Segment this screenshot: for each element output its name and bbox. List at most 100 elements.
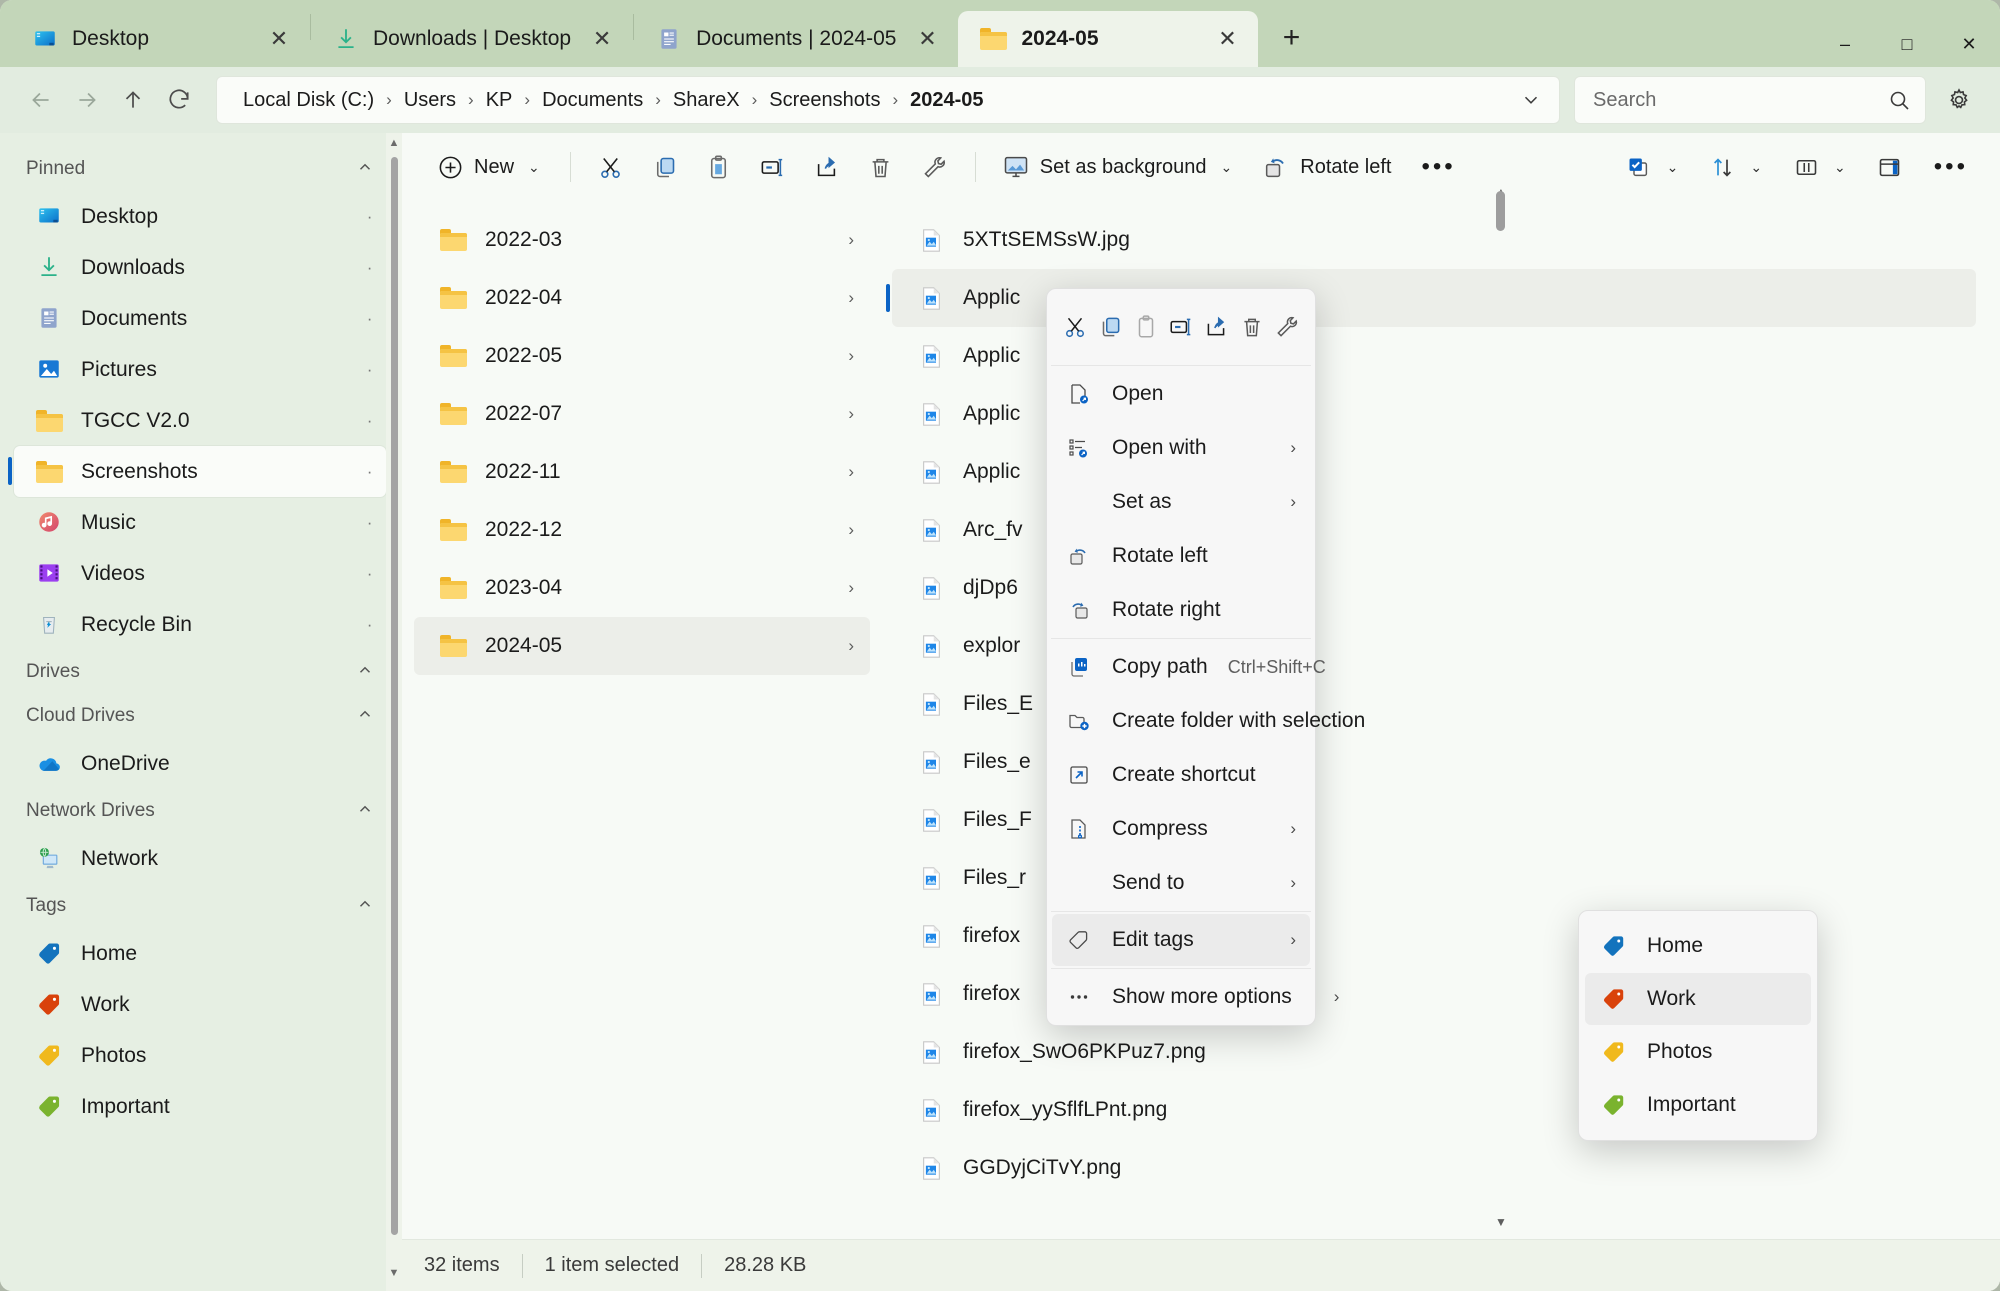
chevron-up-icon[interactable]	[356, 705, 374, 727]
tab-documents-2024-05[interactable]: Documents | 2024-05 ✕	[634, 11, 958, 67]
chevron-right-icon[interactable]: ›	[848, 288, 854, 308]
context-menu-item-copy-path[interactable]: Copy path Ctrl+Shift+C	[1052, 641, 1326, 693]
sidebar-item-downloads[interactable]: Downloads ·	[14, 242, 386, 293]
chevron-down-icon[interactable]	[1511, 89, 1551, 111]
chevron-up-icon[interactable]	[356, 895, 374, 917]
sort-button[interactable]: ⌄	[1696, 143, 1778, 191]
chevron-down-icon[interactable]: ⌄	[1830, 159, 1850, 176]
sidebar-item-photos[interactable]: Photos	[14, 1030, 386, 1081]
folder-tree-row[interactable]: 2022-03 ›	[414, 211, 870, 269]
back-arrow-icon[interactable]	[18, 77, 64, 123]
chevron-right-icon[interactable]: ›	[848, 346, 854, 366]
sidebar-item-important[interactable]: Important	[14, 1081, 386, 1132]
maximize-button[interactable]: □	[1876, 21, 1938, 67]
breadcrumb-item[interactable]: Documents	[534, 85, 651, 116]
close-icon[interactable]: ✕	[585, 22, 619, 56]
context-menu-item-show-more-options[interactable]: Show more options ›	[1052, 971, 1339, 1023]
chevron-down-icon[interactable]: ⌄	[1663, 159, 1683, 176]
address-bar[interactable]: Local Disk (C:) › Users › KP › Documents › Share…	[216, 76, 1560, 124]
search-icon[interactable]	[1887, 88, 1911, 112]
copy-icon[interactable]	[1092, 305, 1127, 349]
sidebar-item-tgcc-v2-0[interactable]: TGCC V2.0 ·	[14, 395, 386, 446]
pin-icon[interactable]: ·	[367, 513, 372, 533]
close-icon[interactable]: ✕	[910, 22, 944, 56]
forward-arrow-icon[interactable]	[64, 77, 110, 123]
file-list-scrollbar[interactable]: ▲ ▼	[1492, 185, 1510, 1235]
share-button[interactable]	[801, 143, 853, 191]
sidebar-item-music[interactable]: Music ·	[14, 497, 386, 548]
tab-downloads-desktop[interactable]: Downloads | Desktop ✕	[311, 11, 633, 67]
details-pane-button[interactable]	[1864, 143, 1916, 191]
select-button[interactable]: ⌄	[1613, 143, 1695, 191]
paste-icon[interactable]	[1128, 305, 1163, 349]
chevron-down-icon[interactable]: ⌄	[1217, 159, 1237, 176]
context-menu-item-create-shortcut[interactable]: Create shortcut	[1052, 749, 1310, 801]
tag-option-home[interactable]: Home	[1585, 920, 1811, 972]
folder-tree-row[interactable]: 2022-04 ›	[414, 269, 870, 327]
chevron-up-icon[interactable]	[356, 800, 374, 822]
new-button[interactable]: New ⌄	[424, 143, 556, 191]
sidebar-group-drives[interactable]: Drives	[0, 650, 400, 694]
minimize-button[interactable]: –	[1814, 21, 1876, 67]
breadcrumb-item[interactable]: Users	[396, 85, 464, 116]
pin-icon[interactable]: ·	[367, 462, 372, 482]
sidebar-item-pictures[interactable]: Pictures ·	[14, 344, 386, 395]
breadcrumb-item[interactable]: Screenshots	[761, 85, 888, 116]
chevron-right-icon[interactable]: ›	[848, 636, 854, 656]
sidebar-item-onedrive[interactable]: OneDrive	[14, 738, 386, 789]
cut-button[interactable]	[585, 143, 637, 191]
pin-icon[interactable]: ·	[367, 207, 372, 227]
pin-icon[interactable]: ·	[367, 411, 372, 431]
folder-tree-row[interactable]: 2022-05 ›	[414, 327, 870, 385]
file-list-row[interactable]: GGDyjCiTvY.png	[892, 1139, 1976, 1197]
gear-icon[interactable]	[1936, 77, 1982, 123]
breadcrumb-item[interactable]: 2024-05	[902, 85, 991, 116]
properties-button[interactable]	[909, 143, 961, 191]
copy-button[interactable]	[639, 143, 691, 191]
context-menu-item-edit-tags[interactable]: Edit tags ›	[1052, 914, 1310, 966]
pin-icon[interactable]: ·	[367, 360, 372, 380]
sidebar-group-cloud-drives[interactable]: Cloud Drives	[0, 694, 400, 738]
more-button[interactable]: •••	[1918, 143, 1984, 191]
context-menu-item-set-as[interactable]: Set as ›	[1052, 476, 1310, 528]
chevron-up-icon[interactable]	[356, 661, 374, 683]
up-arrow-icon[interactable]	[110, 77, 156, 123]
folder-tree-row[interactable]: 2022-07 ›	[414, 385, 870, 443]
context-menu-item-rotate-left[interactable]: Rotate left	[1052, 530, 1310, 582]
folder-tree-row[interactable]: 2022-11 ›	[414, 443, 870, 501]
tag-option-photos[interactable]: Photos	[1585, 1026, 1811, 1078]
scroll-down-arrow-icon[interactable]: ▼	[1492, 1215, 1510, 1235]
rename-button[interactable]	[747, 143, 799, 191]
set-as-background-button[interactable]: Set as background ⌄	[990, 143, 1249, 191]
tab-2024-05[interactable]: 2024-05 ✕	[958, 11, 1259, 67]
file-list-row[interactable]: 5XTtSEMSsW.jpg	[892, 211, 1976, 269]
sidebar-item-videos[interactable]: Videos ·	[14, 548, 386, 599]
chevron-right-icon[interactable]: ›	[848, 462, 854, 482]
context-menu-item-compress[interactable]: Compress ›	[1052, 803, 1310, 855]
tab-desktop[interactable]: Desktop ✕	[10, 11, 310, 67]
paste-button[interactable]	[693, 143, 745, 191]
search-input[interactable]: Search	[1574, 76, 1926, 124]
sidebar-group-network-drives[interactable]: Network Drives	[0, 789, 400, 833]
chevron-down-icon[interactable]: ⌄	[1746, 159, 1766, 176]
chevron-down-icon[interactable]: ⌄	[524, 159, 544, 176]
pin-icon[interactable]: ·	[367, 615, 372, 635]
sidebar-item-desktop[interactable]: Desktop ·	[14, 191, 386, 242]
scroll-up-arrow-icon[interactable]: ▲	[386, 137, 402, 157]
sidebar-item-recycle-bin[interactable]: Recycle Bin ·	[14, 599, 386, 650]
delete-button[interactable]	[855, 143, 907, 191]
sidebar-scrollbar[interactable]: ▲ ▼	[386, 133, 402, 1291]
pin-icon[interactable]: ·	[367, 258, 372, 278]
rename-icon[interactable]	[1163, 305, 1198, 349]
chevron-right-icon[interactable]: ›	[848, 520, 854, 540]
breadcrumb-item[interactable]: KP	[478, 85, 521, 116]
toolbar-overflow-button[interactable]: •••	[1405, 143, 1471, 191]
context-menu-item-send-to[interactable]: Send to ›	[1052, 857, 1310, 909]
chevron-right-icon[interactable]: ›	[848, 578, 854, 598]
sidebar-group-pinned[interactable]: Pinned	[0, 147, 400, 191]
chevron-right-icon[interactable]: ›	[848, 404, 854, 424]
folder-tree-row[interactable]: 2024-05 ›	[414, 617, 870, 675]
close-button[interactable]: ✕	[1938, 21, 2000, 67]
folder-tree-row[interactable]: 2023-04 ›	[414, 559, 870, 617]
folder-tree-row[interactable]: 2022-12 ›	[414, 501, 870, 559]
